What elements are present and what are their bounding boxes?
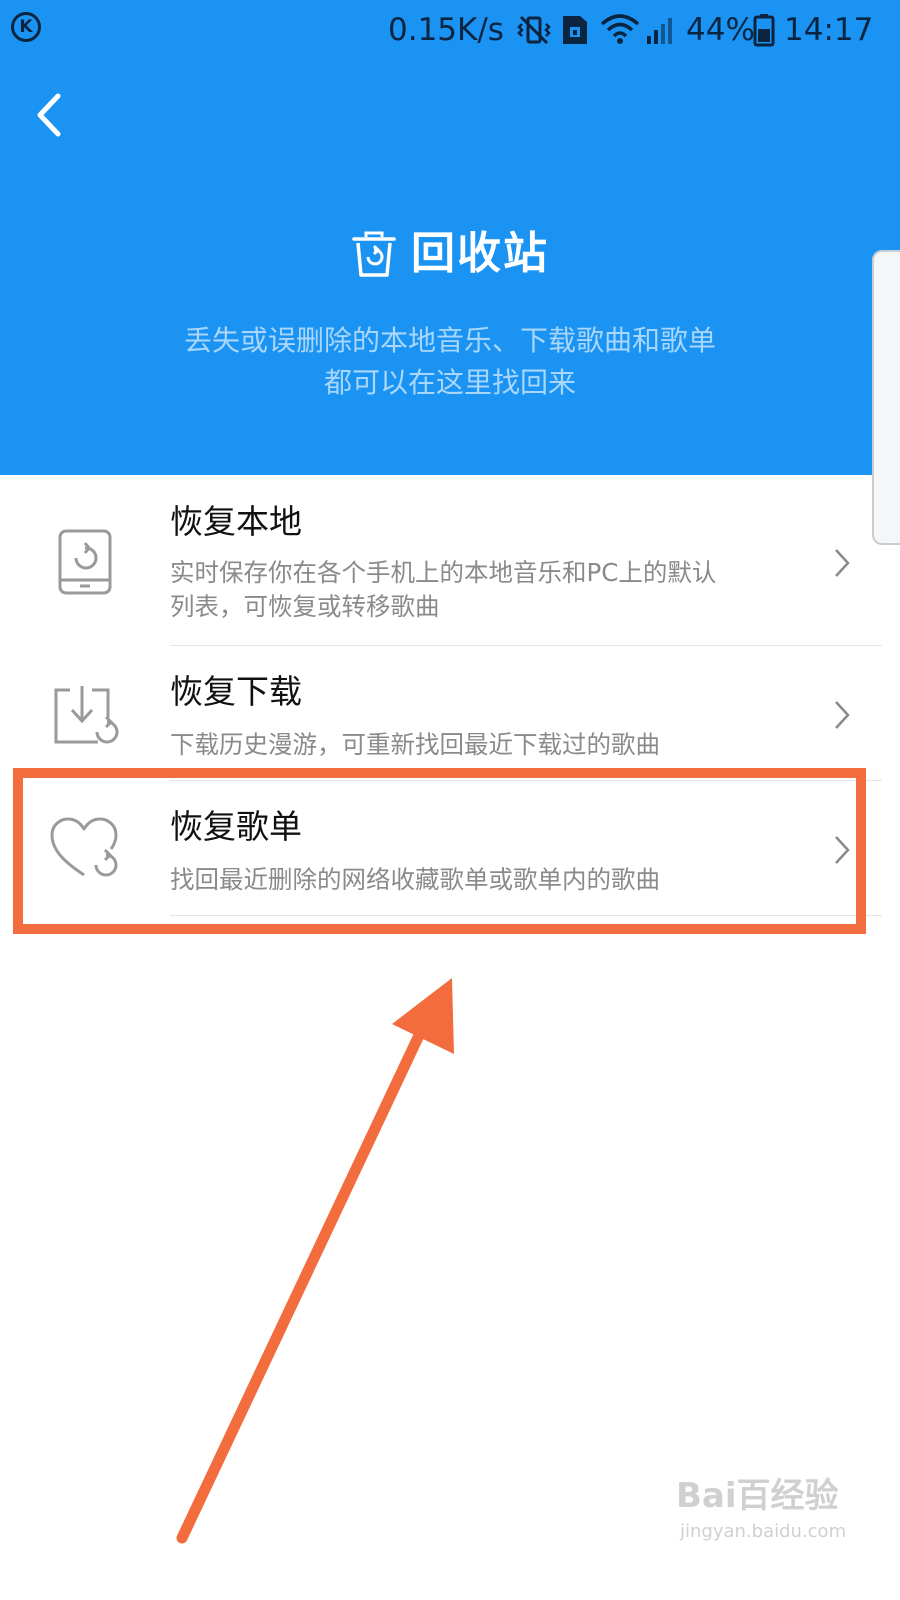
annotation-arrow-shaft: [176, 1006, 436, 1544]
annotation-arrow: [176, 978, 454, 1544]
baidu-watermark-logo: Bai百经验: [676, 1476, 839, 1516]
baidu-watermark-url: jingyan.baidu.com: [680, 1521, 847, 1542]
annotation-arrow-head: [392, 978, 454, 1054]
